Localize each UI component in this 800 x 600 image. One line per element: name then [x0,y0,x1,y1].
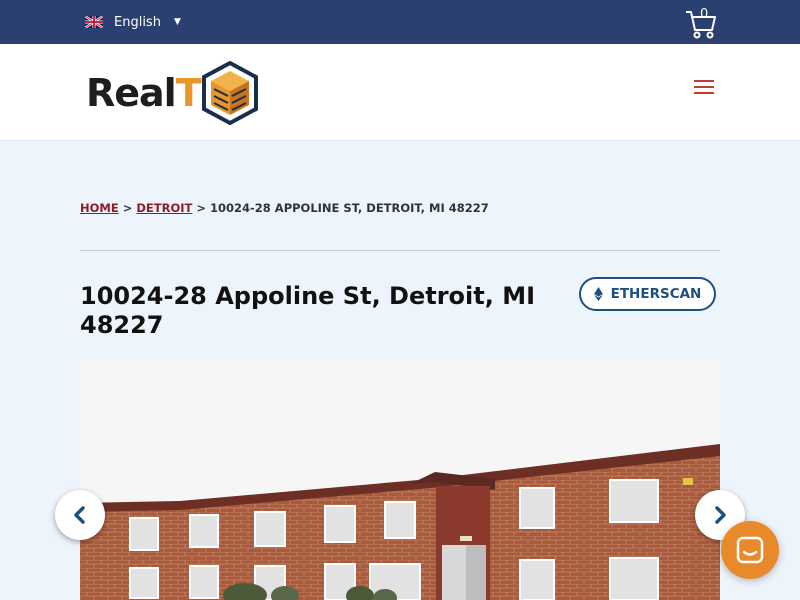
language-label: English [114,14,161,30]
cart-button[interactable]: 0 [684,8,718,40]
breadcrumb: HOME > DETROIT >10024-28 APPOLINE ST, DETRO… [80,201,489,215]
breadcrumb-separator: > [196,201,206,215]
page-title: 10024-28 Appoline St, Detroit, MI 48227 [80,282,536,339]
chat-icon [736,536,764,564]
ethereum-icon [593,287,603,301]
logo-text-real: Real [86,71,177,115]
breadcrumb-current: 10024-28 APPOLINE ST, DETROIT, MI 48227 [210,201,489,215]
top-bar: English ▼ 0 [0,0,800,44]
breadcrumb-city-link[interactable]: DETROIT [136,201,192,215]
cart-count: 0 [700,7,709,22]
logo-text-t: T [175,71,202,115]
language-selector[interactable]: English ▼ [85,13,181,31]
chat-launcher-button[interactable] [721,521,779,579]
previous-photo-button[interactable] [55,490,105,540]
divider [80,250,720,251]
logo-text: RealT [86,71,202,115]
etherscan-label: ETHERSCAN [610,286,702,302]
chevron-right-icon [715,506,726,524]
etherscan-button[interactable]: ETHERSCAN [579,277,716,311]
breadcrumb-separator: > [122,201,133,215]
property-photo [80,360,720,600]
site-header: RealT [0,44,800,141]
realt-logo[interactable]: RealT [86,61,259,125]
breadcrumb-home-link[interactable]: HOME [80,201,119,215]
hamburger-menu-icon[interactable] [692,76,716,94]
caret-down-icon: ▼ [173,17,181,27]
uk-flag-icon [85,16,103,28]
logo-cube-icon [201,61,258,125]
chevron-left-icon [74,506,85,524]
